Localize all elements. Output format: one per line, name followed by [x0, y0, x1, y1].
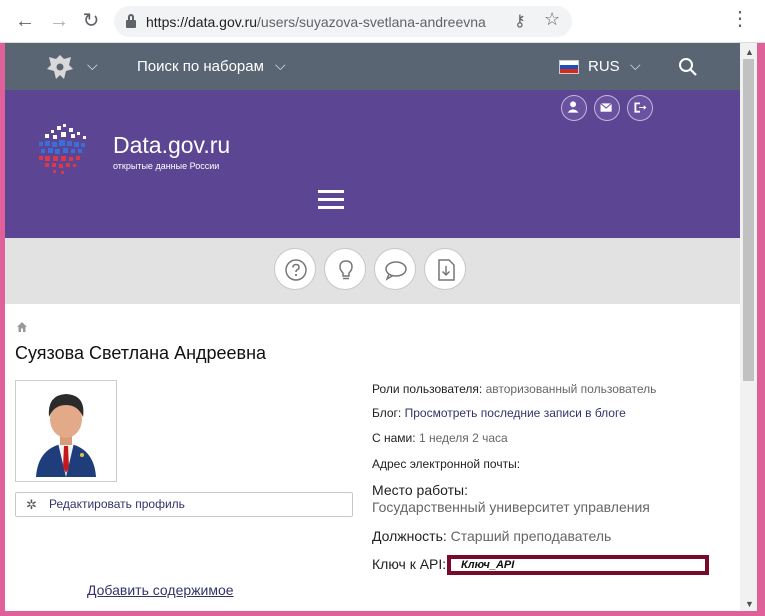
- chevron-down-icon[interactable]: ⌵: [275, 57, 286, 74]
- help-toolbar: [5, 238, 740, 304]
- chevron-down-icon[interactable]: ⌵: [87, 57, 98, 74]
- blog-label: Блог:: [372, 406, 402, 420]
- flag-icon: [559, 60, 579, 74]
- member-since-row: С нами: 1 неделя 2 часа: [372, 431, 508, 445]
- edit-profile-label: Редактировать профиль: [49, 497, 185, 511]
- page-title: Суязова Светлана Андреевна: [15, 343, 267, 363]
- url-path: /users/suyazova-svetlana-andreevna: [257, 14, 486, 30]
- url-text: https://data.gov.ru/users/suyazova-svetl…: [146, 14, 486, 30]
- browser-toolbar: ← → ↻ https://data.gov.ru/users/suyazova…: [0, 0, 765, 43]
- workplace-label: Место работы:: [372, 482, 468, 498]
- scroll-thumb[interactable]: [743, 59, 754, 381]
- reload-icon[interactable]: ↻: [78, 8, 104, 34]
- page-scrollbar[interactable]: ▲ ▼: [740, 43, 757, 611]
- workplace-value: Государственный университет управления: [372, 499, 650, 515]
- api-key-value: Ключ_API: [461, 559, 515, 571]
- lock-icon: [126, 14, 136, 28]
- gear-icon: ✲: [26, 497, 37, 512]
- member-since-value: 1 неделя 2 часа: [418, 431, 508, 445]
- idea-icon[interactable]: [324, 248, 366, 290]
- mail-icon[interactable]: [594, 95, 620, 121]
- help-icon[interactable]: [274, 248, 316, 290]
- web-page: ⌵ Поиск по наборам ⌵ RUS ⌵ Data.gov.ru о…: [5, 43, 740, 611]
- chevron-down-icon[interactable]: ⌵: [630, 57, 641, 74]
- roles-row: Роли пользователя: авторизованный пользо…: [372, 382, 656, 396]
- roles-label: Роли пользователя:: [372, 382, 483, 396]
- search-sets-menu[interactable]: Поиск по наборам: [137, 58, 264, 75]
- scroll-down-icon[interactable]: ▼: [745, 599, 754, 609]
- site-banner: Data.gov.ru открытые данные России: [5, 90, 740, 238]
- api-key-label: Ключ к API:: [372, 556, 447, 572]
- edit-profile-button[interactable]: ✲ Редактировать профиль: [15, 492, 353, 517]
- download-icon[interactable]: [424, 248, 466, 290]
- address-bar[interactable]: https://data.gov.ru/users/suyazova-svetl…: [114, 6, 572, 37]
- api-key-field[interactable]: Ключ_API: [447, 555, 709, 575]
- workplace-text: Государственный университет управления: [372, 499, 650, 515]
- back-icon[interactable]: ←: [12, 8, 38, 34]
- position-row: Должность: Старший преподаватель: [372, 528, 611, 544]
- site-title[interactable]: Data.gov.ru: [113, 132, 230, 159]
- add-content-link[interactable]: Добавить содержимое: [87, 582, 234, 598]
- home-icon[interactable]: [16, 321, 28, 333]
- search-icon[interactable]: [678, 57, 698, 77]
- emblem-icon[interactable]: [45, 53, 75, 81]
- comment-icon[interactable]: [374, 248, 416, 290]
- position-label: Должность:: [372, 528, 447, 544]
- email-label: Адрес электронной почты:: [372, 457, 521, 471]
- site-subtitle: открытые данные России: [113, 161, 220, 171]
- blog-link[interactable]: Просмотреть последние записи в блоге: [405, 406, 626, 420]
- position-value: Старший преподаватель: [450, 528, 612, 544]
- logout-icon[interactable]: [627, 95, 653, 121]
- star-icon[interactable]: ☆: [544, 9, 560, 30]
- avatar: [15, 380, 117, 482]
- member-since-label: С нами:: [372, 431, 416, 445]
- url-host: https://data.gov.ru: [146, 14, 258, 30]
- scroll-up-icon[interactable]: ▲: [745, 47, 754, 57]
- kebab-menu-icon[interactable]: ⋮: [730, 6, 750, 31]
- blog-row: Блог: Просмотреть последние записи в бло…: [372, 406, 626, 420]
- user-icon[interactable]: [561, 95, 587, 121]
- top-nav-bar: ⌵ Поиск по наборам ⌵ RUS ⌵: [5, 43, 740, 90]
- key-icon[interactable]: ⚷: [514, 11, 526, 31]
- forward-icon[interactable]: →: [46, 8, 72, 34]
- language-selector[interactable]: RUS: [588, 58, 620, 75]
- hamburger-icon[interactable]: [318, 190, 344, 210]
- site-logo[interactable]: [33, 120, 93, 180]
- roles-value: авторизованный пользователь: [485, 382, 657, 396]
